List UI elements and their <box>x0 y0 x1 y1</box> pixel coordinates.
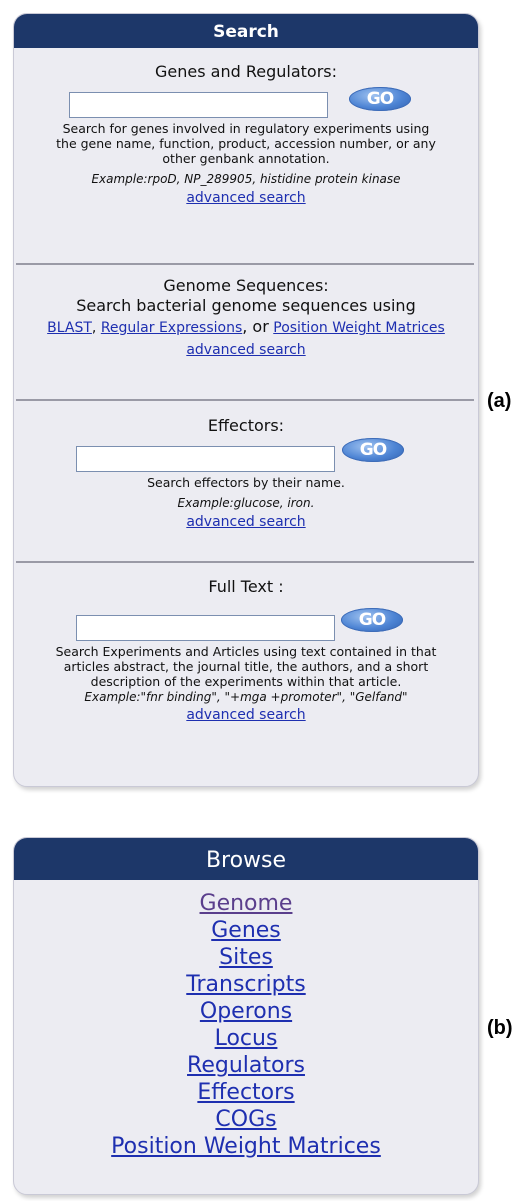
browse-link-operons[interactable]: Operons <box>14 998 478 1025</box>
blast-link[interactable]: BLAST <box>47 320 92 336</box>
genes-search-row: GO <box>14 87 478 121</box>
browse-link-genome[interactable]: Genome <box>14 890 478 917</box>
effectors-search-input[interactable] <box>76 446 335 472</box>
browse-link-genes[interactable]: Genes <box>14 917 478 944</box>
or-text: , or <box>242 317 269 336</box>
effectors-title: Effectors: <box>207 416 285 435</box>
genome-advanced-search-link[interactable]: advanced search <box>186 342 305 358</box>
browse-list: Genome Genes Sites Transcripts Operons L… <box>14 890 478 1160</box>
genes-example: Example:rpoD, NP_289905, histidine prote… <box>91 172 401 186</box>
browse-link-sites[interactable]: Sites <box>14 944 478 971</box>
genes-go-button[interactable]: GO <box>349 87 411 111</box>
full-text-search-row: GO <box>14 604 478 641</box>
figure-label-a: (a) <box>487 390 512 412</box>
genes-search-input[interactable] <box>69 92 328 118</box>
effectors-go-button[interactable]: GO <box>342 438 404 462</box>
browse-link-transcripts[interactable]: Transcripts <box>14 971 478 998</box>
full-text-section: Full Text : GO Search Experiments and Ar… <box>14 577 478 723</box>
effectors-advanced-search-link[interactable]: advanced search <box>186 514 305 530</box>
full-text-description: Search Experiments and Articles using te… <box>55 644 437 689</box>
genome-methods-line: BLAST, Regular Expressions, or Position … <box>36 316 456 339</box>
full-text-title: Full Text : <box>208 577 284 596</box>
browse-link-regulators[interactable]: Regulators <box>14 1052 478 1079</box>
position-weight-matrices-link[interactable]: Position Weight Matrices <box>273 320 445 336</box>
section-divider <box>16 399 474 401</box>
full-text-go-button[interactable]: GO <box>341 608 403 632</box>
effectors-description: Search effectors by their name. <box>147 475 345 490</box>
blast-comma: , <box>91 320 97 336</box>
full-text-advanced-search-link[interactable]: advanced search <box>186 707 305 723</box>
full-text-search-input[interactable] <box>76 615 335 641</box>
search-panel: Search Genes and Regulators: GO Search f… <box>13 13 479 787</box>
browse-panel-header: Browse <box>14 838 478 880</box>
genes-regulators-title: Genes and Regulators: <box>155 62 337 81</box>
genome-sequences-section: Genome Sequences: Search bacterial genom… <box>14 276 478 358</box>
section-divider <box>16 263 474 265</box>
browse-link-locus[interactable]: Locus <box>14 1025 478 1052</box>
effectors-example: Example:glucose, iron. <box>177 496 315 510</box>
genes-description: Search for genes involved in regulatory … <box>56 121 436 166</box>
genes-advanced-search-link[interactable]: advanced search <box>186 190 305 206</box>
regular-expressions-link[interactable]: Regular Expressions <box>101 320 242 336</box>
genome-sequences-intro: Search bacterial genome sequences using <box>76 296 416 315</box>
section-divider <box>16 561 474 563</box>
browse-panel: Browse Genome Genes Sites Transcripts Op… <box>13 837 479 1195</box>
browse-link-position-weight-matrices[interactable]: Position Weight Matrices <box>14 1133 478 1160</box>
search-panel-header: Search <box>14 14 478 48</box>
figure-label-b: (b) <box>487 1017 513 1039</box>
effectors-section: Effectors: GO Search effectors by their … <box>14 416 478 530</box>
full-text-example: Example:"fnr binding", "+mga +promoter",… <box>84 690 408 704</box>
browse-link-cogs[interactable]: COGs <box>14 1106 478 1133</box>
genome-sequences-title: Genome Sequences: <box>163 276 329 295</box>
genes-regulators-section: Genes and Regulators: GO Search for gene… <box>14 62 478 206</box>
browse-link-effectors[interactable]: Effectors <box>14 1079 478 1106</box>
effectors-search-row: GO <box>14 438 478 475</box>
